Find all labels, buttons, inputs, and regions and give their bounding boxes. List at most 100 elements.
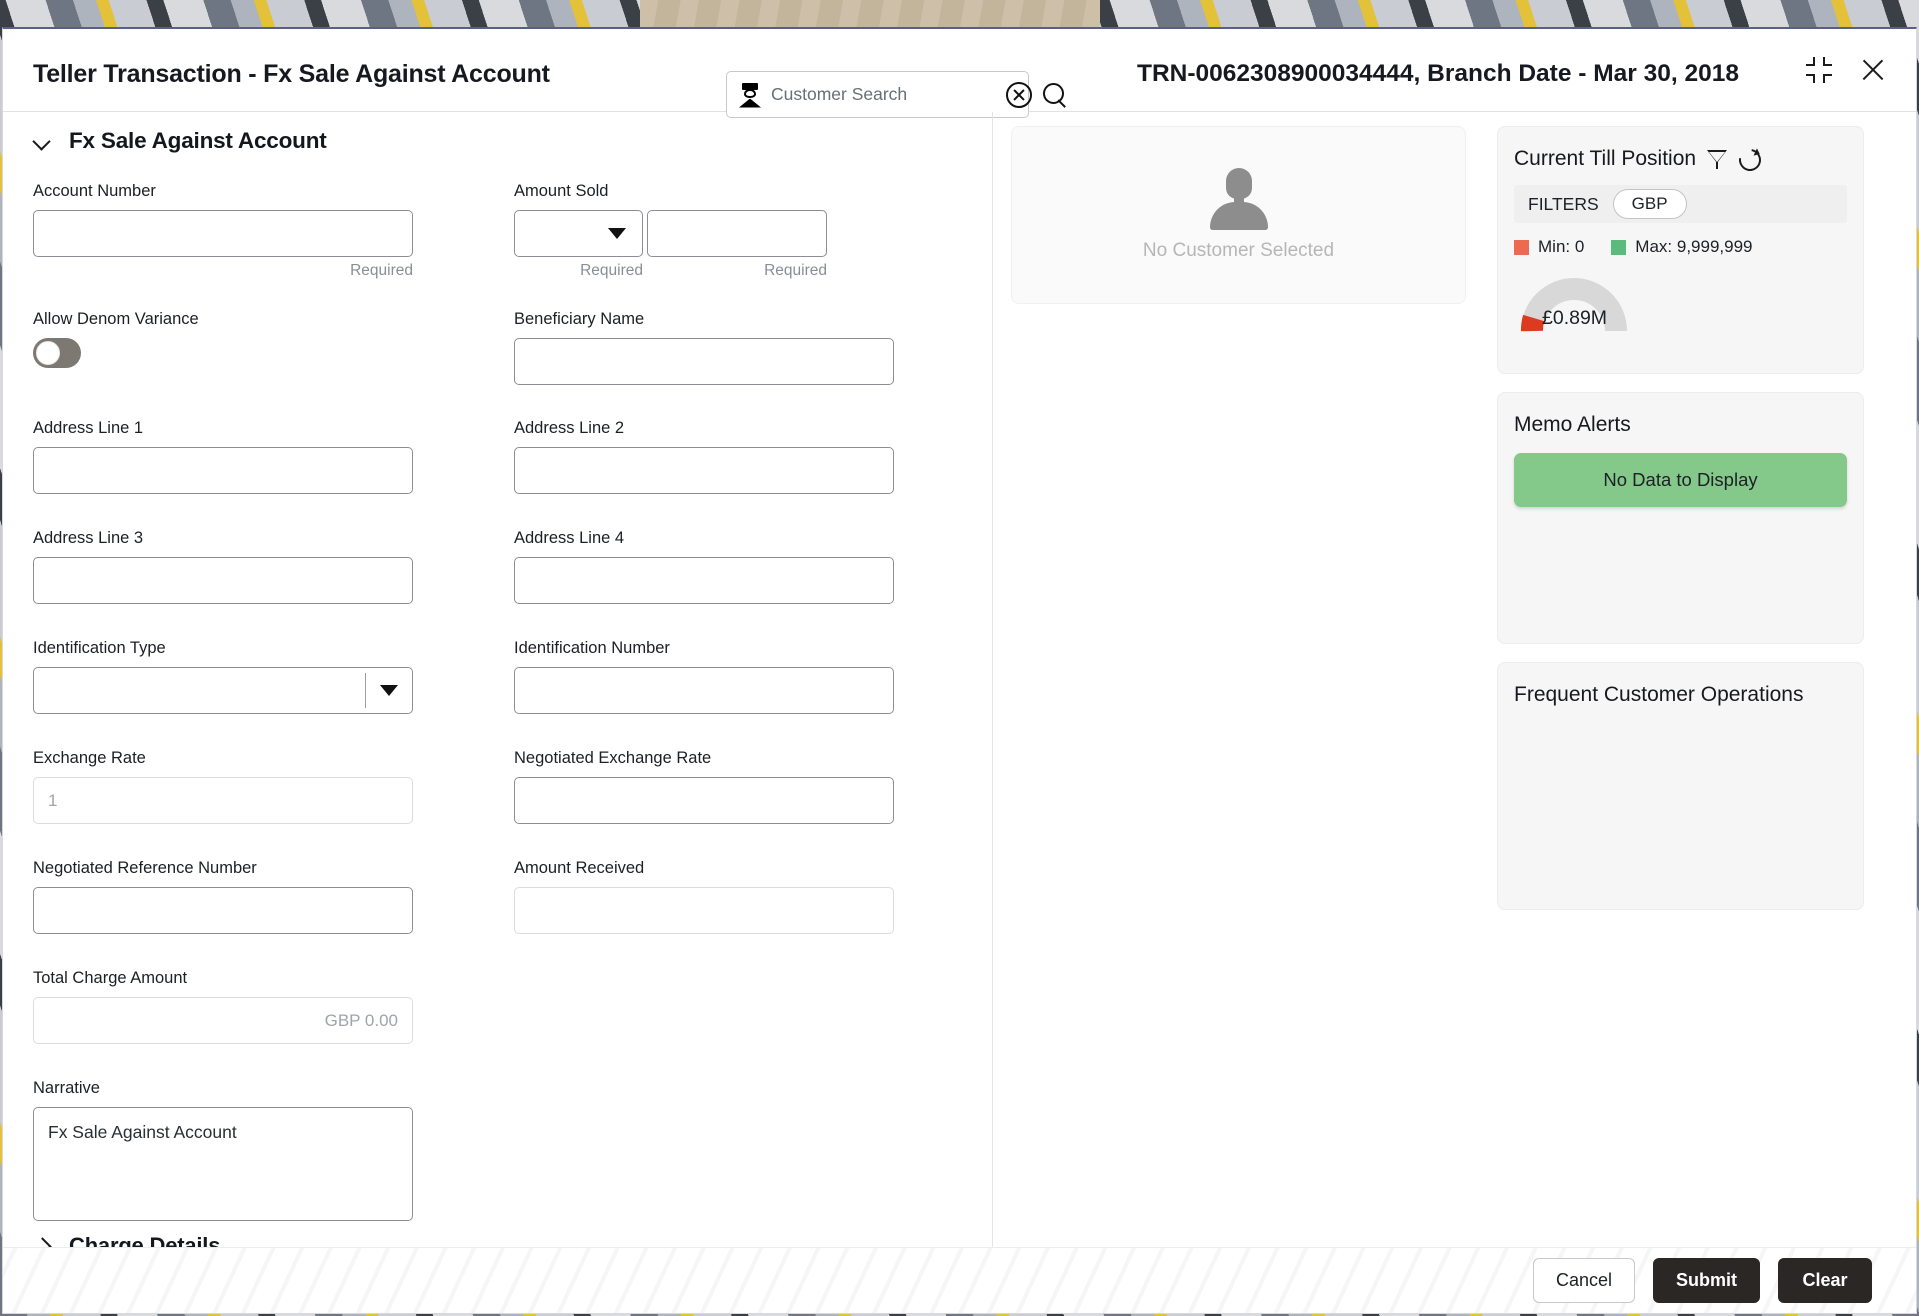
- transaction-window: Teller Transaction - Fx Sale Against Acc…: [2, 27, 1917, 1314]
- total-charge-amount-input[interactable]: GBP 0.00: [33, 997, 413, 1044]
- amount-sold-currency-select[interactable]: [514, 210, 643, 257]
- refresh-icon[interactable]: [1738, 148, 1760, 170]
- field-amount-received: Amount Received: [514, 859, 984, 934]
- field-label: Amount Received: [514, 859, 984, 878]
- toggle-knob: [36, 341, 60, 365]
- transaction-reference: TRN-0062308900034444, Branch Date - Mar …: [1137, 57, 1757, 92]
- gauge-value-label: £0.89M: [1542, 307, 1607, 330]
- currency-filter-chip[interactable]: GBP: [1613, 189, 1687, 219]
- accordion-fx-sale-against-account[interactable]: Fx Sale Against Account: [3, 128, 992, 154]
- field-value: 1: [48, 791, 57, 811]
- clear-button[interactable]: Clear: [1778, 1258, 1872, 1303]
- field-address-line-4: Address Line 4: [514, 529, 984, 604]
- user-avatar-icon: [1210, 168, 1268, 230]
- customer-empty-text: No Customer Selected: [1143, 240, 1334, 262]
- field-label: Allow Denom Variance: [33, 310, 503, 329]
- field-label: Negotiated Exchange Rate: [514, 749, 984, 768]
- field-label: Narrative: [33, 1079, 503, 1098]
- field-total-charge-amount: Total Charge Amount GBP 0.00: [33, 969, 503, 1044]
- address-line-3-input[interactable]: [33, 557, 413, 604]
- account-number-helper: Required: [33, 262, 413, 280]
- filter-funnel-icon[interactable]: [1706, 148, 1728, 170]
- customer-search[interactable]: [726, 71, 1029, 118]
- legend-max-label: Max: 9,999,999: [1635, 237, 1752, 257]
- memo-alerts-card: Memo Alerts No Data to Display: [1497, 392, 1864, 644]
- close-icon[interactable]: [1858, 55, 1888, 85]
- beneficiary-name-input[interactable]: [514, 338, 894, 385]
- field-label: Identification Type: [33, 639, 503, 658]
- field-label: Address Line 2: [514, 419, 984, 438]
- search-icon[interactable]: [1042, 82, 1068, 108]
- field-label: Address Line 1: [33, 419, 503, 438]
- submit-button[interactable]: Submit: [1653, 1258, 1760, 1303]
- field-address-line-3: Address Line 3: [33, 529, 503, 604]
- amount-received-input[interactable]: [514, 887, 894, 934]
- field-address-line-2: Address Line 2: [514, 419, 984, 494]
- field-label: Total Charge Amount: [33, 969, 503, 988]
- account-number-input[interactable]: [33, 210, 413, 257]
- legend-max-swatch: [1611, 240, 1626, 255]
- negotiated-reference-number-input[interactable]: [33, 887, 413, 934]
- field-negotiated-exchange-rate: Negotiated Exchange Rate: [514, 749, 984, 824]
- address-line-1-input[interactable]: [33, 447, 413, 494]
- till-position-gauge: £0.89M: [1520, 269, 1628, 335]
- memo-card-title: Memo Alerts: [1514, 411, 1847, 439]
- identification-number-input[interactable]: [514, 667, 894, 714]
- negotiated-exchange-rate-input[interactable]: [514, 777, 894, 824]
- form-grid: Account Number Required Amount Sold: [3, 182, 992, 1221]
- section-title: Fx Sale Against Account: [69, 128, 327, 154]
- field-narrative: Narrative Fx Sale Against Account: [33, 1079, 503, 1221]
- address-line-4-input[interactable]: [514, 557, 894, 604]
- field-label: Address Line 4: [514, 529, 984, 548]
- gauge-legend: Min: 0 Max: 9,999,999: [1514, 237, 1847, 257]
- filters-label: FILTERS: [1528, 194, 1599, 215]
- identification-type-select[interactable]: [33, 667, 413, 714]
- field-label: Identification Number: [514, 639, 984, 658]
- frequent-customer-operations-card: Frequent Customer Operations: [1497, 662, 1864, 910]
- cancel-button[interactable]: Cancel: [1533, 1258, 1635, 1303]
- operations-card-title: Frequent Customer Operations: [1514, 681, 1847, 709]
- address-line-2-input[interactable]: [514, 447, 894, 494]
- field-address-line-1: Address Line 1: [33, 419, 503, 494]
- field-label: Negotiated Reference Number: [33, 859, 503, 878]
- window-header: Teller Transaction - Fx Sale Against Acc…: [3, 29, 1916, 111]
- legend-min-swatch: [1514, 240, 1529, 255]
- field-negotiated-reference-number: Negotiated Reference Number: [33, 859, 503, 934]
- exchange-rate-input[interactable]: 1: [33, 777, 413, 824]
- narrative-textarea[interactable]: Fx Sale Against Account: [33, 1107, 413, 1221]
- current-till-position-card: Current Till Position FILTERS GBP Min: 0…: [1497, 126, 1864, 374]
- window-controls: [1806, 55, 1888, 85]
- clear-circle-icon[interactable]: [1006, 82, 1032, 108]
- allow-denom-variance-toggle[interactable]: [33, 338, 81, 368]
- field-label: Beneficiary Name: [514, 310, 984, 329]
- customer-empty-card: No Customer Selected: [1011, 126, 1466, 304]
- field-beneficiary-name: Beneficiary Name: [514, 310, 984, 385]
- till-card-title: Current Till Position: [1514, 145, 1696, 173]
- customer-icon: [739, 83, 761, 107]
- collapse-corners-icon[interactable]: [1806, 57, 1832, 83]
- field-account-number: Account Number Required: [33, 182, 503, 280]
- chevron-down-icon: [33, 132, 51, 150]
- caret-down-icon: [608, 228, 626, 239]
- form-column: Fx Sale Against Account Account Number R…: [3, 112, 993, 1247]
- window-body: Fx Sale Against Account Account Number R…: [3, 112, 1916, 1247]
- page-title: Teller Transaction - Fx Sale Against Acc…: [33, 57, 593, 93]
- accordion-charge-details[interactable]: Charge Details: [3, 1233, 992, 1247]
- field-allow-denom-variance: Allow Denom Variance: [33, 310, 503, 385]
- field-value: GBP 0.00: [325, 1011, 398, 1031]
- field-label: Amount Sold: [514, 182, 984, 201]
- amount-sold-currency-helper: Required: [514, 262, 643, 280]
- field-exchange-rate: Exchange Rate 1: [33, 749, 503, 824]
- legend-min-label: Min: 0: [1538, 237, 1584, 257]
- chevron-right-icon: [33, 1237, 51, 1247]
- amount-sold-amount-helper: Required: [643, 262, 827, 280]
- field-amount-sold: Amount Sold Required Required: [514, 182, 984, 280]
- filters-bar: FILTERS GBP: [1514, 185, 1847, 223]
- search-input[interactable]: [771, 84, 996, 105]
- field-label: Address Line 3: [33, 529, 503, 548]
- amount-sold-input[interactable]: [647, 210, 827, 257]
- memo-no-data-pill[interactable]: No Data to Display: [1514, 453, 1847, 507]
- window-footer: Cancel Submit Clear: [3, 1247, 1916, 1313]
- select-divider: [365, 673, 366, 708]
- card-title-row: Current Till Position: [1514, 145, 1847, 173]
